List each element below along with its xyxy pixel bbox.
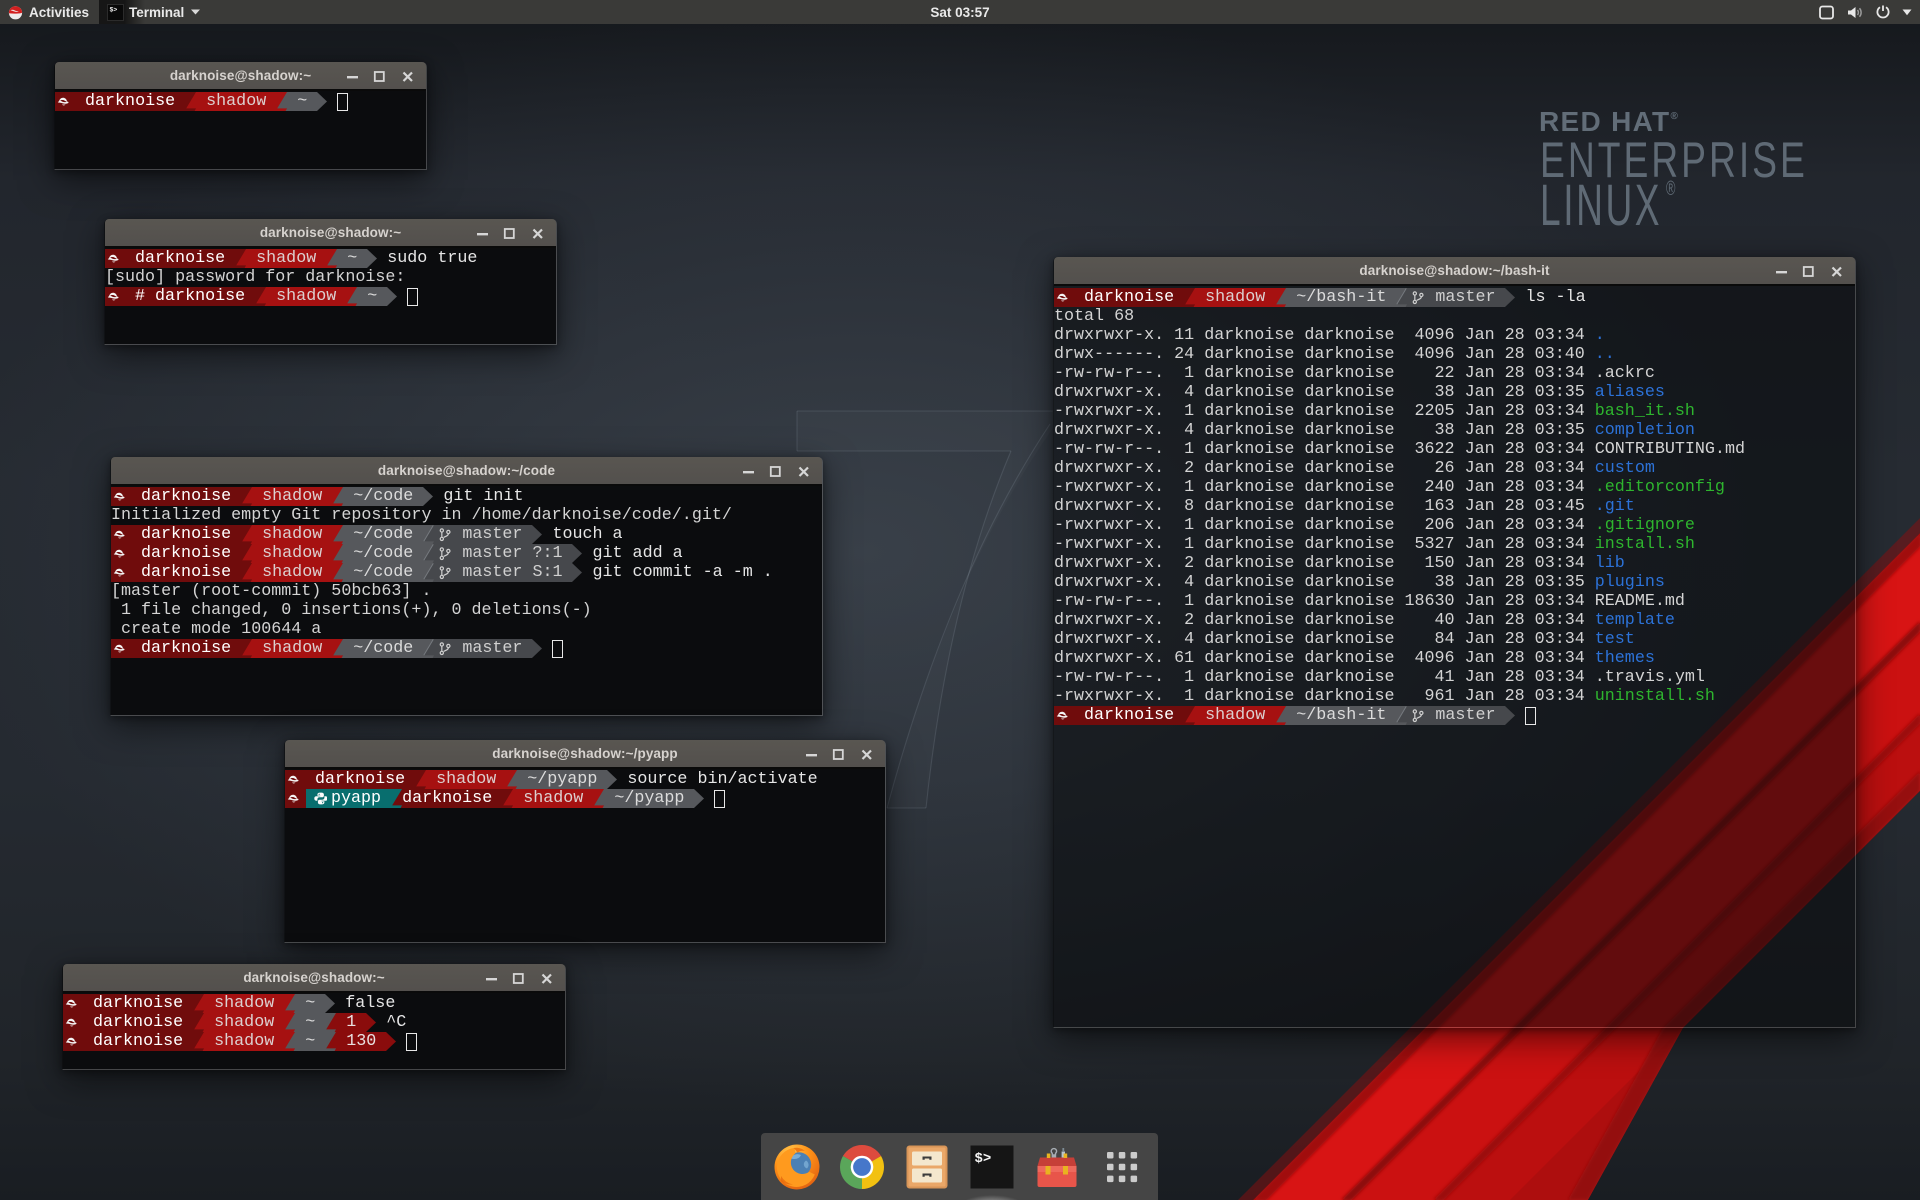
- svg-text:$>: $>: [110, 6, 118, 13]
- svg-text:$>: $>: [975, 1151, 992, 1167]
